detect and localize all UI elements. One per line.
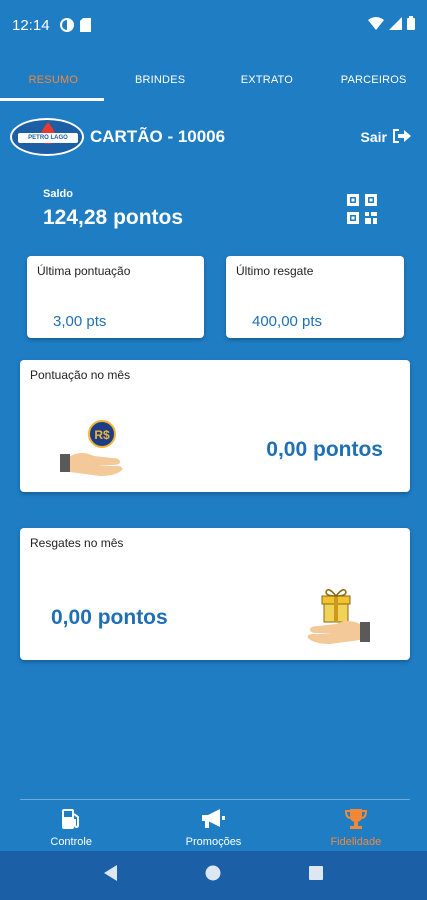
last-points-label: Última pontuação xyxy=(37,264,131,278)
logout-icon xyxy=(391,128,411,147)
month-points-card: Pontuação no mês R$ 0,00 pontos xyxy=(20,360,410,492)
signal-icon xyxy=(389,16,402,34)
brand-logo: PETRO LAGO xyxy=(10,118,84,156)
logout-label: Sair xyxy=(360,129,387,145)
top-tabs: RESUMO BRINDES EXTRATO PARCEIROS xyxy=(0,58,427,102)
fuel-pump-icon xyxy=(61,808,81,833)
sim-card-icon xyxy=(79,18,91,32)
recents-icon[interactable] xyxy=(308,865,324,886)
nav-promocoes[interactable]: Promoções xyxy=(142,800,284,851)
logo-text: PETRO LAGO xyxy=(18,133,78,143)
bottom-nav: Controle Promoções Fidelidade xyxy=(0,800,427,851)
last-redeem-card: Último resgate 400,00 pts xyxy=(226,256,404,338)
month-points-value: 0,00 pontos xyxy=(266,438,383,461)
balance-value: 124,28 pontos xyxy=(43,206,184,229)
system-nav-bar xyxy=(0,851,427,900)
nav-controle-label: Controle xyxy=(50,835,92,848)
month-redeem-card: Resgates no mês 0,00 pontos xyxy=(20,528,410,660)
nav-controle[interactable]: Controle xyxy=(0,800,142,851)
trophy-icon xyxy=(344,808,368,833)
hand-gift-icon xyxy=(306,586,370,648)
coin-text: R$ xyxy=(94,428,110,442)
card-header: PETRO LAGO CARTÃO - 10006 Sair xyxy=(10,116,417,158)
home-icon[interactable] xyxy=(205,865,221,886)
tab-brindes[interactable]: BRINDES xyxy=(107,58,214,102)
qr-code-icon[interactable] xyxy=(347,194,377,224)
data-saver-icon xyxy=(59,18,74,32)
nav-fidelidade-label: Fidelidade xyxy=(330,835,382,848)
logout-button[interactable]: Sair xyxy=(361,128,411,147)
hand-coin-icon: R$ xyxy=(60,420,126,478)
status-time: 12:14 xyxy=(12,16,50,34)
tab-extrato[interactable]: EXTRATO xyxy=(214,58,321,102)
month-redeem-value: 0,00 pontos xyxy=(51,606,168,629)
megaphone-icon xyxy=(200,808,226,833)
nav-fidelidade[interactable]: Fidelidade xyxy=(285,800,427,851)
status-bar: 12:14 xyxy=(0,0,427,50)
wifi-icon xyxy=(368,16,384,34)
month-redeem-label: Resgates no mês xyxy=(30,536,124,550)
tab-resumo[interactable]: RESUMO xyxy=(0,58,107,102)
battery-icon xyxy=(407,16,415,34)
balance-label: Saldo xyxy=(43,188,73,200)
status-right xyxy=(368,16,415,34)
back-icon[interactable] xyxy=(103,864,119,887)
last-redeem-value: 400,00 pts xyxy=(252,313,323,330)
card-title: CARTÃO - 10006 xyxy=(90,127,226,146)
last-points-card: Última pontuação 3,00 pts xyxy=(27,256,204,338)
last-points-value: 3,00 pts xyxy=(53,313,107,330)
last-redeem-label: Último resgate xyxy=(236,264,314,278)
nav-promocoes-label: Promoções xyxy=(185,835,242,848)
month-points-label: Pontuação no mês xyxy=(30,368,131,382)
active-tab-indicator xyxy=(0,98,104,101)
tab-parceiros[interactable]: PARCEIROS xyxy=(320,58,427,102)
